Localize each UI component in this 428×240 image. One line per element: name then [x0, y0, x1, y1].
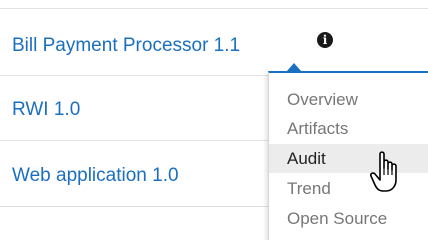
menu-item-open-source[interactable]: Open Source	[269, 204, 428, 233]
menu-item-trend[interactable]: Trend	[269, 174, 428, 203]
row-divider	[0, 8, 428, 9]
menu-pointer-caret	[287, 63, 301, 71]
app-link-rwi[interactable]: RWI 1.0	[12, 98, 80, 122]
hand-pointer-cursor-icon	[370, 151, 397, 192]
app-link-bill-payment-processor[interactable]: Bill Payment Processor 1.1	[12, 34, 240, 58]
app-link-web-application[interactable]: Web application 1.0	[12, 164, 179, 188]
menu-item-overview[interactable]: Overview	[269, 85, 428, 114]
menu-item-artifacts[interactable]: Artifacts	[269, 114, 428, 143]
application-list-page: Bill Payment Processor 1.1 i RWI 1.0 Web…	[0, 0, 428, 240]
info-icon[interactable]: i	[317, 32, 333, 48]
menu-item-audit[interactable]: Audit	[269, 144, 428, 173]
application-context-menu: Overview Artifacts Audit Trend Open Sour…	[268, 71, 428, 240]
